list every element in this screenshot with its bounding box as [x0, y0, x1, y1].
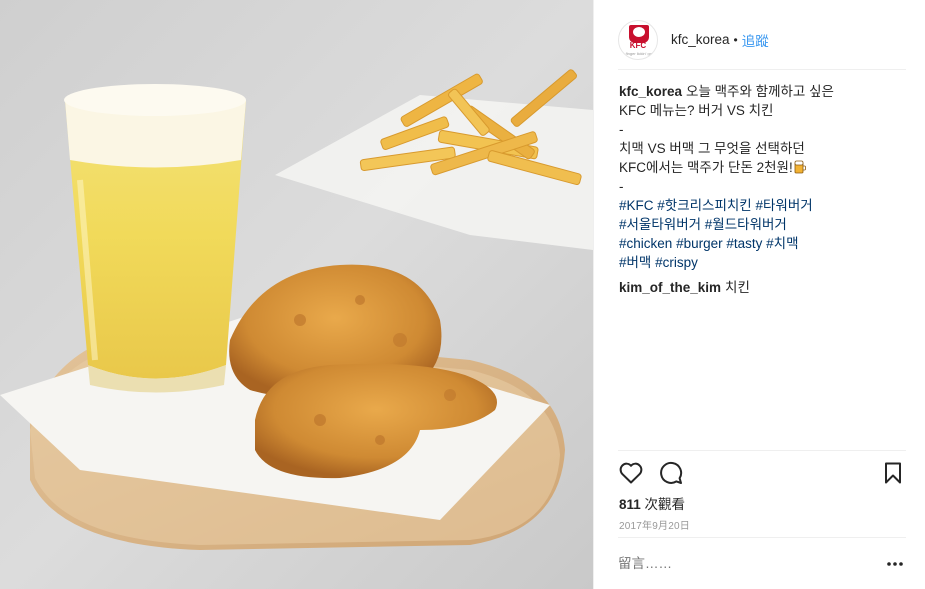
like-button[interactable] — [618, 460, 644, 486]
avatar[interactable]: KFC It's finger lickin' good — [618, 19, 658, 60]
more-options-icon — [887, 561, 903, 566]
post-header: KFC It's finger lickin' good kfc_korea •… — [618, 10, 906, 70]
comment-input[interactable] — [618, 556, 884, 571]
caption-line: 오늘 맥주와 함께하고 싶은 — [686, 84, 834, 99]
post-panel: KFC It's finger lickin' good kfc_korea •… — [593, 0, 925, 589]
save-button[interactable] — [880, 460, 906, 486]
caption-line: - — [619, 179, 624, 194]
follow-button[interactable]: 追蹤 — [742, 30, 769, 50]
header-username[interactable]: kfc_korea — [671, 32, 730, 47]
hashtag-link[interactable]: #KFC — [619, 198, 654, 213]
comment-text: 치킨 — [725, 280, 750, 295]
post-date[interactable]: 2017年9月20日 — [619, 517, 690, 532]
avatar-logo-subtext: It's finger lickin' good — [619, 50, 657, 56]
action-bar — [618, 450, 906, 494]
beer-glass — [64, 84, 246, 393]
more-options-button[interactable] — [884, 554, 906, 574]
view-count-label: 次觀看 — [644, 497, 686, 512]
hashtag-link[interactable]: #tasty — [726, 236, 762, 251]
comment-icon — [660, 461, 683, 484]
view-count[interactable]: 811 次觀看 — [619, 493, 685, 513]
hashtag-link[interactable]: #핫크리스피치킨 — [657, 198, 751, 213]
hashtag-link[interactable]: #버맥 — [619, 255, 651, 270]
caption-line: 치맥 VS 버맥 그 무엇을 선택하던 — [619, 141, 805, 156]
avatar-logo-text: KFC — [629, 40, 647, 50]
header-separator: • — [733, 32, 738, 47]
caption-line: KFC 메뉴는? 버거 VS 치킨 — [619, 103, 774, 118]
bookmark-icon — [885, 462, 901, 483]
hashtag-link[interactable]: #burger — [676, 236, 723, 251]
hashtag-link[interactable]: #치맥 — [766, 236, 798, 251]
hashtag-link[interactable]: #서울타워버거 — [619, 217, 701, 232]
comment-username[interactable]: kim_of_the_kim — [619, 280, 721, 295]
comment-item: kim_of_the_kim 치킨 — [619, 278, 907, 297]
caption-line: KFC에서는 맥주가 단돈 2천원! — [619, 160, 793, 175]
heart-icon — [619, 462, 643, 483]
beer-mug-icon — [794, 160, 806, 174]
add-comment-section — [618, 537, 906, 589]
photo-illustration — [0, 0, 593, 589]
post-photo[interactable] — [0, 0, 593, 589]
caption-username[interactable]: kfc_korea — [619, 84, 682, 99]
hashtag-link[interactable]: #crispy — [655, 255, 698, 270]
hashtag-link[interactable]: #타워버거 — [756, 198, 813, 213]
caption-line: - — [619, 122, 624, 137]
hashtag-link[interactable]: #chicken — [619, 236, 672, 251]
comment-button[interactable] — [658, 460, 684, 486]
post-caption: kfc_korea 오늘 맥주와 함께하고 싶은 KFC 메뉴는? 버거 VS 치… — [619, 82, 907, 297]
view-count-number: 811 — [619, 497, 641, 512]
hashtag-link[interactable]: #월드타워버거 — [705, 217, 787, 232]
